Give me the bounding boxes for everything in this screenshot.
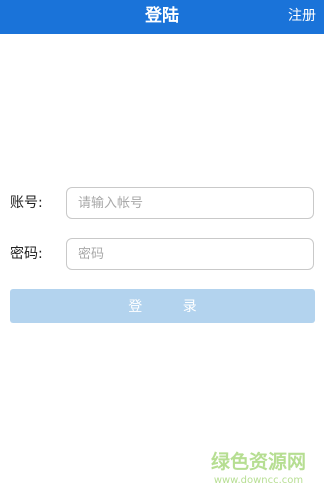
watermark-url: www.downcc.com [213,475,304,486]
page-title: 登陆 [145,6,179,26]
password-label: 密码: [10,246,43,262]
register-button[interactable]: 注册 [288,0,316,34]
login-button[interactable]: 登 录 [10,289,315,323]
watermark-logo: 绿色资源网 www.downcc.com [211,450,306,488]
password-row: 密码: [10,238,315,270]
account-row: 账号: [10,187,315,219]
password-input[interactable] [66,238,314,270]
watermark-text: 绿色资源网 [210,451,306,473]
app-header: 登陆 注册 [0,0,324,34]
account-input[interactable] [66,187,314,219]
account-label: 账号: [10,195,43,211]
